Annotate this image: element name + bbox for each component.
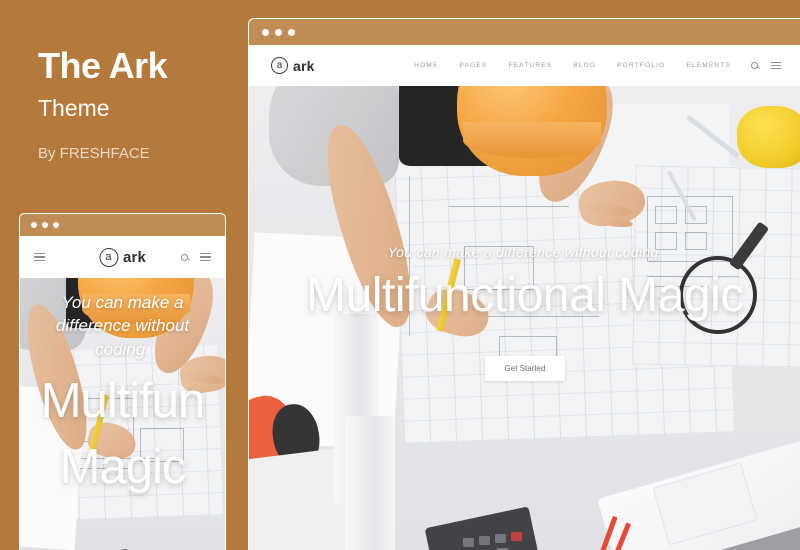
window-dot-close[interactable] [31, 222, 37, 228]
page-title: The Ark [38, 45, 168, 86]
nav-item-features[interactable]: FEATURES [508, 62, 552, 69]
menu-icon-left[interactable] [34, 253, 45, 261]
site-logo[interactable]: a ark [98, 247, 147, 267]
hero-headline-line1: Multifun [40, 374, 206, 429]
desktop-hero: You can make a difference without coding… [249, 86, 800, 550]
hero-headline-line2: Magic [59, 440, 187, 495]
promo-author: By FRESHFACE [38, 144, 150, 162]
window-dot-close[interactable] [262, 28, 269, 36]
nav-item-blog[interactable]: BLOG [573, 62, 596, 69]
mobile-window-titlebar [20, 214, 225, 236]
window-dot-minimize[interactable] [42, 222, 48, 228]
desktop-nav-icons [751, 62, 781, 70]
logo-wordmark: ark [293, 57, 315, 74]
desktop-window-titlebar [249, 19, 800, 45]
mobile-site-nav: a ark [20, 236, 225, 278]
promo-block: The Ark Theme By FRESHFACE [38, 45, 238, 162]
search-icon[interactable] [751, 62, 760, 70]
site-logo[interactable]: a ark [271, 57, 315, 74]
nav-item-home[interactable]: HOME [414, 62, 438, 69]
nav-item-elements[interactable]: ELEMENTS [686, 62, 731, 69]
mobile-browser-window: a ark You can make a difference without … [19, 213, 226, 550]
window-dot-minimize[interactable] [275, 28, 282, 36]
window-dot-maximize[interactable] [53, 222, 59, 228]
desktop-hero-copy: You can make a difference without coding… [249, 244, 800, 381]
hero-tagline: You can make a difference without coding… [55, 293, 190, 359]
desktop-browser-window: a ark HOME PAGES FEATURES BLOG PORTFOLIO… [248, 18, 800, 550]
mobile-window-content: a ark You can make a difference without … [20, 236, 225, 550]
menu-icon-right[interactable] [200, 253, 211, 261]
mobile-hero: You can make a difference without coding… [20, 278, 225, 550]
promo-subtitle: Theme [38, 95, 110, 122]
logo-mark-icon: a [271, 57, 288, 74]
nav-item-pages[interactable]: PAGES [460, 62, 488, 69]
nav-item-portfolio[interactable]: PORTFOLIO [617, 62, 665, 69]
window-dot-maximize[interactable] [288, 28, 295, 36]
mobile-hero-copy: You can make a difference without coding… [20, 291, 225, 493]
get-started-button[interactable]: Get Started [484, 355, 566, 381]
search-icon[interactable] [181, 253, 190, 262]
mobile-nav-icons [181, 253, 211, 262]
desktop-site-nav: a ark HOME PAGES FEATURES BLOG PORTFOLIO… [249, 45, 800, 86]
desktop-nav-links: HOME PAGES FEATURES BLOG PORTFOLIO ELEME… [414, 62, 731, 69]
hero-headline: Multifunctional Magic [306, 269, 744, 322]
desktop-window-content: a ark HOME PAGES FEATURES BLOG PORTFOLIO… [249, 45, 800, 550]
logo-mark-icon: a [98, 247, 118, 267]
menu-icon[interactable] [771, 62, 781, 69]
logo-wordmark: ark [122, 248, 147, 266]
hero-tagline: You can make a difference without coding… [387, 244, 663, 260]
